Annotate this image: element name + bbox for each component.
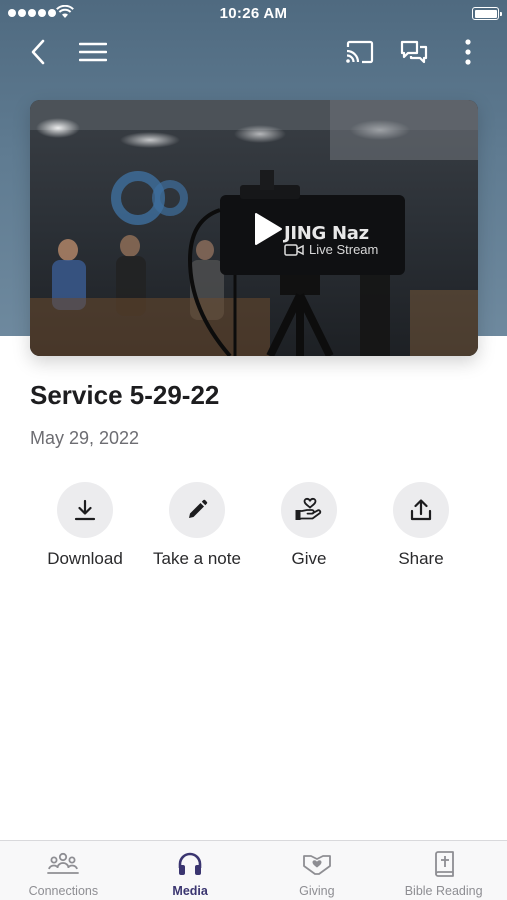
more-vertical-icon bbox=[465, 39, 471, 65]
take-a-note-button[interactable]: Take a note bbox=[141, 482, 253, 569]
video-camera-icon bbox=[284, 243, 304, 256]
take-a-note-label: Take a note bbox=[153, 549, 241, 568]
tab-media-label: Media bbox=[172, 884, 208, 898]
more-options-button[interactable] bbox=[454, 36, 482, 68]
headphones-icon bbox=[178, 852, 202, 875]
hamburger-menu-icon bbox=[79, 42, 107, 62]
tab-giving-label: Giving bbox=[299, 884, 335, 898]
bible-icon bbox=[434, 851, 454, 877]
people-icon bbox=[47, 852, 80, 874]
tab-bar: Connections Media Giving Bible Reading bbox=[0, 840, 507, 900]
share-icon bbox=[410, 499, 432, 521]
video-player[interactable]: JING Naz Live Stream bbox=[30, 100, 478, 356]
action-row: Download Take a note Give Share bbox=[29, 482, 479, 582]
live-stream-text: Live Stream bbox=[309, 242, 379, 257]
handshake-heart-icon bbox=[302, 855, 331, 875]
pencil-icon bbox=[189, 499, 208, 518]
give-button[interactable]: Give bbox=[253, 482, 365, 569]
share-label: Share bbox=[398, 549, 444, 568]
share-button[interactable]: Share bbox=[365, 482, 477, 569]
give-icon bbox=[295, 497, 322, 520]
download-button-circle[interactable] bbox=[57, 482, 113, 538]
chat-button[interactable] bbox=[396, 36, 432, 68]
cast-icon bbox=[346, 40, 374, 64]
tab-media[interactable]: Media bbox=[127, 841, 254, 900]
give-label: Give bbox=[291, 549, 327, 568]
download-icon bbox=[74, 499, 96, 521]
chevron-left-icon bbox=[31, 39, 45, 65]
play-icon bbox=[255, 213, 282, 245]
tab-bible-reading[interactable]: Bible Reading bbox=[380, 841, 507, 900]
sermon-date: May 29, 2022 bbox=[30, 428, 140, 448]
chat-bubbles-icon bbox=[400, 40, 428, 64]
status-time: 10:26 AM bbox=[219, 5, 288, 22]
battery-icon bbox=[472, 7, 502, 20]
download-button[interactable]: Download bbox=[29, 482, 141, 569]
give-button-circle[interactable] bbox=[281, 482, 337, 538]
camera-overlay-subtitle: Live Stream bbox=[284, 242, 378, 257]
tab-connections[interactable]: Connections bbox=[0, 841, 127, 900]
back-button[interactable] bbox=[22, 36, 54, 68]
menu-button[interactable] bbox=[76, 36, 110, 68]
tab-connections-label: Connections bbox=[28, 884, 99, 898]
cast-button[interactable] bbox=[342, 36, 378, 68]
status-bar: 10:26 AM bbox=[0, 0, 507, 28]
sermon-title: Service 5-29-22 bbox=[30, 380, 220, 410]
tab-bible-reading-label: Bible Reading bbox=[404, 884, 483, 898]
tab-giving[interactable]: Giving bbox=[254, 841, 381, 900]
share-button-circle[interactable] bbox=[393, 482, 449, 538]
download-label: Download bbox=[47, 549, 123, 568]
take-a-note-button-circle[interactable] bbox=[169, 482, 225, 538]
camera-overlay-brand: JING Naz bbox=[284, 223, 369, 244]
